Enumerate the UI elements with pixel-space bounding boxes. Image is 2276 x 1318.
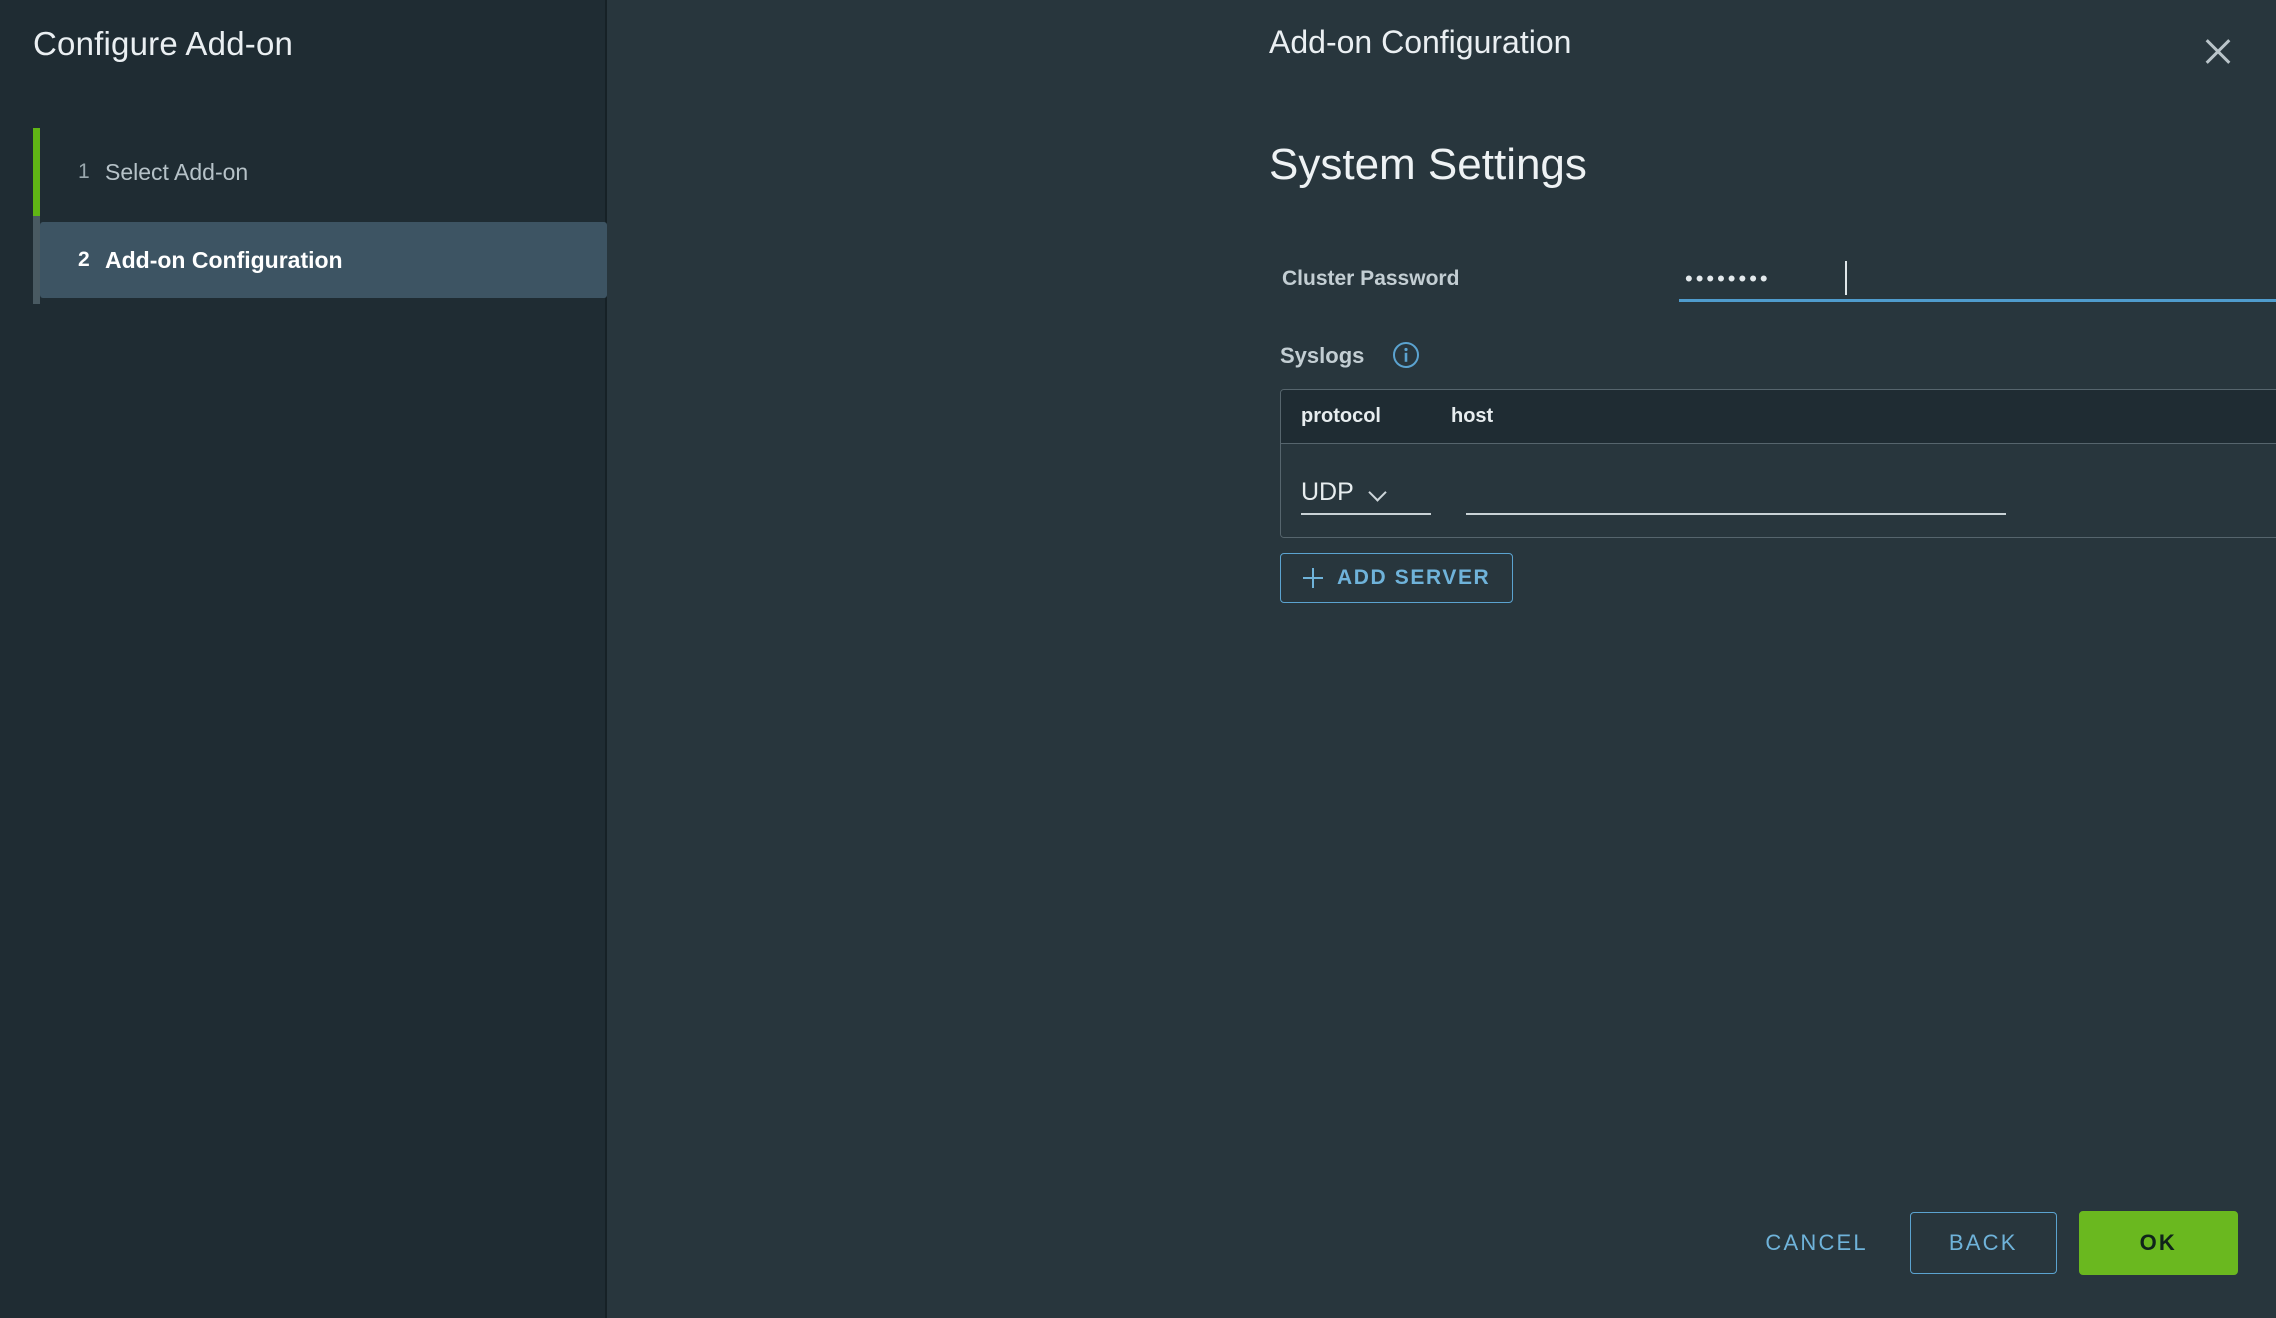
sidebar-step-addon-configuration[interactable]: 2 Add-on Configuration	[33, 216, 607, 304]
syslogs-label: Syslogs	[1280, 343, 1365, 368]
chevron-down-icon	[1370, 485, 1386, 501]
step-rail-indicator	[33, 216, 40, 304]
protocol-selected-value: UDP	[1301, 478, 1354, 506]
table-row: UDP	[1281, 444, 2276, 537]
wizard-step-list: 1 Select Add-on 2 Add-on Configuration	[0, 128, 607, 304]
step-label: Add-on Configuration	[105, 246, 343, 273]
configure-addon-dialog: Configure Add-on 1 Select Add-on 2 Add-o…	[0, 0, 2276, 1318]
cluster-password-input[interactable]: ••••••••	[1679, 260, 2276, 302]
host-input[interactable]	[1466, 481, 2006, 515]
column-header-host: host	[1451, 405, 1494, 427]
step-label: Select Add-on	[105, 158, 249, 185]
cluster-password-label: Cluster Password	[1282, 267, 1460, 290]
column-header-protocol: protocol	[1301, 405, 1381, 427]
wizard-sidebar: Configure Add-on 1 Select Add-on 2 Add-o…	[0, 0, 607, 1318]
sidebar-step-select-addon[interactable]: 1 Select Add-on	[33, 128, 607, 216]
back-button[interactable]: BACK	[1909, 1212, 2057, 1274]
step-number: 1	[78, 160, 90, 183]
step-number: 2	[78, 248, 90, 271]
add-server-label: ADD SERVER	[1337, 566, 1491, 589]
plus-icon	[1303, 568, 1323, 588]
close-icon[interactable]	[2200, 33, 2236, 69]
add-server-button[interactable]: ADD SERVER	[1280, 553, 1514, 603]
step-rail-indicator	[33, 128, 40, 216]
syslogs-table-header: protocol host port	[1281, 390, 2276, 444]
cluster-password-value: ••••••••	[1685, 266, 1771, 291]
cancel-button[interactable]: CANCEL	[1735, 1216, 1897, 1270]
panel-main: Add-on Configuration System Settings Clu…	[607, 0, 2276, 1318]
page-title: System Settings	[1269, 140, 1587, 189]
ok-button[interactable]: OK	[2078, 1211, 2238, 1275]
dialog-footer: CANCEL BACK OK	[1735, 1211, 2238, 1275]
text-caret	[1845, 261, 1847, 295]
syslogs-table: protocol host port UDP	[1280, 389, 2276, 538]
wizard-title: Configure Add-on	[33, 25, 294, 62]
info-icon[interactable]	[1392, 341, 1420, 369]
panel-title: Add-on Configuration	[1269, 24, 1572, 60]
protocol-select[interactable]: UDP	[1301, 478, 1431, 515]
